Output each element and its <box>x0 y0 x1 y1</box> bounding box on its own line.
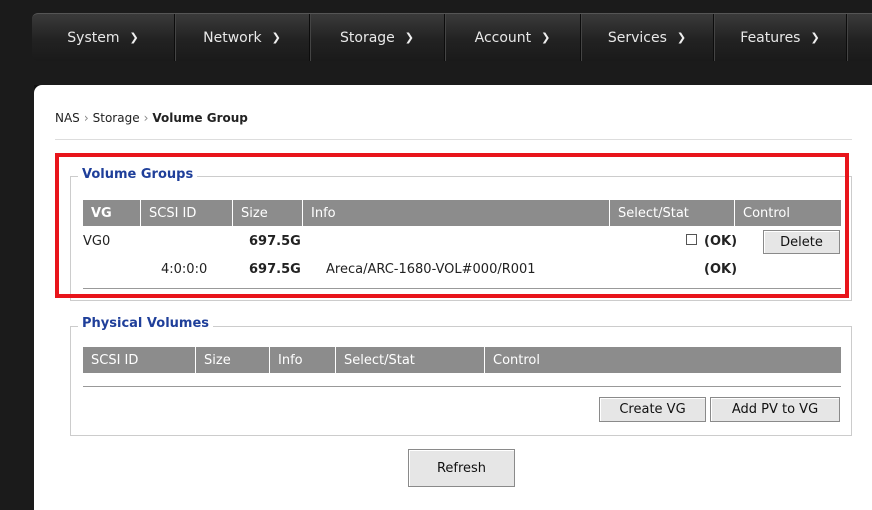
breadcrumb-separator: › <box>83 111 89 125</box>
chevron-down-icon: ❯ <box>810 31 820 44</box>
col-select-stat: Select/Stat <box>336 347 485 373</box>
breadcrumb-root[interactable]: NAS <box>55 111 80 125</box>
nav-label: Services <box>607 29 667 46</box>
nav-label: Network <box>203 29 262 46</box>
add-pv-to-vg-button[interactable]: Add PV to VG <box>710 397 840 422</box>
nav-label: System <box>67 29 120 46</box>
physical-volumes-header: SCSI ID Size Info Select/Stat Control <box>83 347 841 373</box>
col-info: Info <box>270 347 336 373</box>
chevron-down-icon: ❯ <box>541 31 551 44</box>
nav-label: Features <box>740 29 801 46</box>
left-strip <box>0 85 34 510</box>
chevron-down-icon: ❯ <box>271 31 281 44</box>
nav-features[interactable]: Features ❯ <box>714 14 847 61</box>
table-bottom-rule <box>83 386 841 387</box>
create-vg-button[interactable]: Create VG <box>599 397 706 422</box>
top-bar: System ❯ Network ❯ Storage ❯ Account ❯ Servi… <box>0 0 872 85</box>
nav-system[interactable]: System ❯ <box>32 14 175 61</box>
col-control: Control <box>493 352 540 368</box>
highlight-box <box>55 153 849 298</box>
col-scsi-id: SCSI ID <box>83 347 196 373</box>
physical-volumes-title: Physical Volumes <box>78 316 214 331</box>
chevron-down-icon: ❯ <box>129 31 139 44</box>
breadcrumb-current: Volume Group <box>152 111 248 125</box>
col-size: Size <box>196 347 270 373</box>
divider <box>55 139 852 140</box>
breadcrumb-separator: › <box>143 111 149 125</box>
nav-storage[interactable]: Storage ❯ <box>310 14 445 61</box>
nav-network[interactable]: Network ❯ <box>175 14 310 61</box>
nav-label: Storage <box>340 29 395 46</box>
refresh-button[interactable]: Refresh <box>408 449 515 487</box>
chevron-down-icon: ❯ <box>676 31 687 44</box>
main-nav: System ❯ Network ❯ Storage ❯ Account ❯ Servi… <box>32 13 872 61</box>
breadcrumb-section[interactable]: Storage <box>93 111 140 125</box>
nav-label: Account <box>474 29 532 46</box>
nav-services[interactable]: Services ❯ <box>581 14 714 61</box>
chevron-down-icon: ❯ <box>404 31 414 44</box>
breadcrumb: NAS › Storage › Volume Group <box>55 111 248 125</box>
nav-account[interactable]: Account ❯ <box>445 14 581 61</box>
